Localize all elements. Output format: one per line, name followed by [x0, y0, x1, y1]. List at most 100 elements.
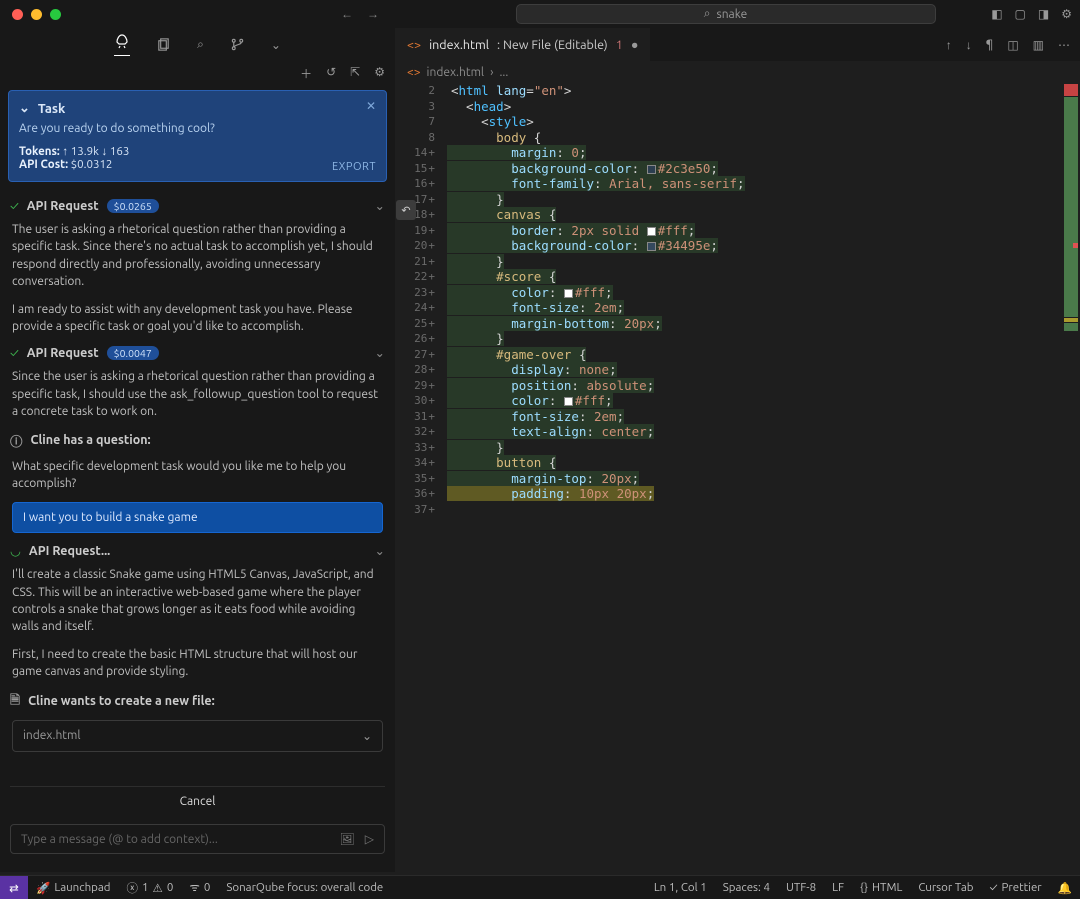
minimap[interactable]	[1062, 83, 1080, 332]
cursor-position[interactable]: Ln 1, Col 1	[646, 881, 715, 895]
more-icon[interactable]: ⋯	[1058, 38, 1070, 52]
code-line[interactable]: 8 body {	[395, 130, 1080, 146]
code-line[interactable]: 3 <head>	[395, 99, 1080, 115]
code-line[interactable]: 24+ font-size: 2em;	[395, 300, 1080, 316]
image-icon[interactable]: 🖼	[340, 832, 355, 846]
close-icon[interactable]: ✕	[366, 99, 376, 113]
language-status[interactable]: {} HTML	[852, 881, 910, 895]
code-line[interactable]: 27+ #game-over {	[395, 347, 1080, 363]
cost-pill: $0.0047	[107, 346, 159, 360]
rocket-icon: 🚀	[36, 881, 50, 895]
nav-buttons: ← →	[341, 7, 379, 21]
cline-question-body: What specific development task would you…	[12, 458, 383, 493]
popout-icon[interactable]: ⇱	[350, 65, 360, 82]
breadcrumbs[interactable]: <> index.html › ...	[395, 61, 1080, 83]
minimize-window-icon[interactable]	[31, 9, 42, 20]
maximize-window-icon[interactable]	[50, 9, 61, 20]
minimap-modified-region	[1064, 318, 1078, 322]
message-input[interactable]: Type a message (@ to add context)... 🖼 ▷	[10, 824, 385, 854]
layout-panel-icon[interactable]: ▢	[1015, 7, 1026, 21]
tab-problem-count: 1	[616, 38, 623, 52]
code-line[interactable]: 14+ margin: 0;	[395, 145, 1080, 161]
code-line[interactable]: 25+ margin-bottom: 20px;	[395, 316, 1080, 332]
breadcrumb-more: ...	[499, 66, 508, 79]
tab-more-icon[interactable]: ⌄	[271, 38, 281, 52]
ports-status[interactable]: ᯤ0	[181, 880, 218, 895]
code-line[interactable]: 18+ canvas {	[395, 207, 1080, 223]
nav-forward-icon[interactable]: →	[367, 7, 379, 21]
tab-branch-icon[interactable]	[230, 37, 245, 52]
paragraph-icon[interactable]: ¶	[986, 38, 994, 52]
encoding-status[interactable]: UTF-8	[778, 881, 824, 895]
spinner-icon: ◡	[10, 543, 21, 558]
tab-suffix: : New File (Editable)	[497, 38, 608, 52]
code-line[interactable]: 26+ }	[395, 331, 1080, 347]
code-line[interactable]: 32+ text-align: center;	[395, 424, 1080, 440]
send-icon[interactable]: ▷	[365, 832, 374, 846]
breadcrumb-file: index.html	[427, 66, 485, 79]
close-window-icon[interactable]	[12, 9, 23, 20]
chevron-down-icon[interactable]: ⌄	[375, 198, 385, 213]
search-icon: ⌕	[704, 7, 711, 21]
eol-status[interactable]: LF	[824, 881, 852, 895]
code-line[interactable]: 29+ position: absolute;	[395, 378, 1080, 394]
api-request-label: API Request...	[29, 544, 110, 558]
code-line[interactable]: 19+ border: 2px solid #fff;	[395, 223, 1080, 239]
tab-files-icon[interactable]	[156, 37, 171, 52]
chevron-down-icon[interactable]: ⌄	[375, 543, 385, 558]
code-line[interactable]: 21+ }	[395, 254, 1080, 270]
code-line[interactable]: 17+ }	[395, 192, 1080, 208]
code-line[interactable]: 23+ color: #fff;	[395, 285, 1080, 301]
code-line[interactable]: 22+ #score {	[395, 269, 1080, 285]
arrow-up-icon[interactable]: ↑	[946, 38, 952, 52]
code-line[interactable]: 34+ button {	[395, 455, 1080, 471]
layout-primary-icon[interactable]: ◧	[991, 7, 1002, 21]
code-line[interactable]: 33+ }	[395, 440, 1080, 456]
code-line[interactable]: 28+ display: none;	[395, 362, 1080, 378]
command-center[interactable]: ⌕ snake	[516, 4, 936, 24]
editor-tab[interactable]: <> index.html: New File (Editable) 1 ●	[395, 28, 650, 61]
chevron-down-icon[interactable]: ⌄	[19, 101, 30, 116]
nav-back-icon[interactable]: ←	[341, 7, 353, 21]
sonarqube-status[interactable]: SonarQube focus: overall code	[218, 881, 391, 894]
indentation-status[interactable]: Spaces: 4	[715, 881, 778, 895]
code-line[interactable]: 20+ background-color: #34495e;	[395, 238, 1080, 254]
antenna-icon: ᯤ	[189, 880, 200, 895]
tab-search-icon[interactable]: ⌕	[197, 38, 204, 52]
chevron-down-icon[interactable]: ⌄	[375, 345, 385, 360]
code-line[interactable]: 2<html lang="en">	[395, 83, 1080, 99]
prettier-status[interactable]: ✓ Prettier	[981, 881, 1049, 895]
code-line[interactable]: 31+ font-size: 2em;	[395, 409, 1080, 425]
code-line[interactable]: 16+ font-family: Arial, sans-serif;	[395, 176, 1080, 192]
remote-indicator[interactable]: ⇄	[0, 876, 28, 899]
export-button[interactable]: EXPORT	[332, 161, 376, 173]
cancel-button[interactable]: Cancel	[10, 786, 385, 816]
settings-gear-icon[interactable]: ⚙	[1061, 7, 1072, 21]
diff-icon[interactable]: ◫	[1007, 38, 1018, 52]
code-editor[interactable]: 2<html lang="en">3 <head>7 <style>8 body…	[395, 83, 1080, 872]
history-icon[interactable]: ↺	[326, 65, 336, 82]
arrow-up-icon: ↑	[62, 145, 70, 158]
problems-status[interactable]: ⓧ1 ⚠0	[119, 880, 182, 896]
code-line[interactable]: 15+ background-color: #2c3e50;	[395, 161, 1080, 177]
new-task-icon[interactable]: ＋	[300, 65, 312, 82]
code-line[interactable]: 35+ margin-top: 20px;	[395, 471, 1080, 487]
check-icon: ✓	[989, 881, 997, 894]
notifications-icon[interactable]: 🔔	[1050, 881, 1080, 895]
api-cost-value: $0.0312	[71, 158, 113, 171]
settings-icon[interactable]: ⚙	[374, 65, 385, 82]
file-select[interactable]: index.html ⌄	[12, 720, 383, 752]
revert-button[interactable]: ↶	[396, 200, 416, 220]
code-line[interactable]: 37+	[395, 502, 1080, 518]
arrow-down-icon[interactable]: ↓	[966, 38, 972, 52]
code-line[interactable]: 36+ padding: 10px 20px;	[395, 486, 1080, 502]
launchpad-status[interactable]: 🚀Launchpad	[28, 881, 119, 895]
code-line[interactable]: 7 <style>	[395, 114, 1080, 130]
editor-tabs: <> index.html: New File (Editable) 1 ● ↑…	[395, 28, 1080, 61]
user-reply: I want you to build a snake game	[12, 502, 383, 533]
tab-rocket-icon[interactable]	[114, 33, 130, 56]
cursor-tab-status[interactable]: Cursor Tab	[910, 881, 981, 895]
split-editor-icon[interactable]: ▥	[1033, 38, 1044, 52]
layout-secondary-icon[interactable]: ◨	[1038, 7, 1049, 21]
code-line[interactable]: 30+ color: #fff;	[395, 393, 1080, 409]
